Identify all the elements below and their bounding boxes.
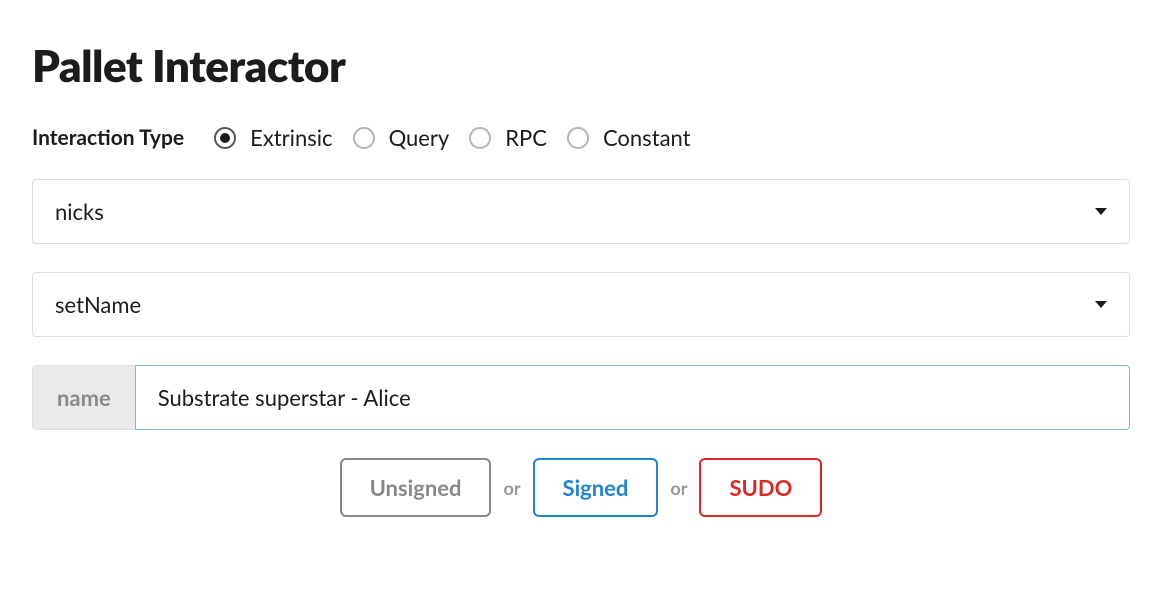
- chevron-down-icon: [1095, 301, 1107, 308]
- radio-option-rpc[interactable]: RPC: [469, 124, 547, 151]
- chevron-down-icon: [1095, 208, 1107, 215]
- param-input-group: name: [32, 365, 1130, 430]
- param-label: name: [32, 365, 135, 430]
- page-title: Pallet Interactor: [32, 40, 1130, 92]
- radio-label: Query: [389, 124, 450, 151]
- radio-option-query[interactable]: Query: [353, 124, 450, 151]
- interaction-type-label: Interaction Type: [32, 125, 184, 150]
- radio-icon: [353, 127, 375, 149]
- radio-label: Extrinsic: [250, 124, 332, 151]
- unsigned-button[interactable]: Unsigned: [340, 458, 492, 517]
- pallet-dropdown-value: nicks: [55, 198, 104, 225]
- or-separator: or: [491, 477, 532, 499]
- radio-icon: [567, 127, 589, 149]
- radio-option-constant[interactable]: Constant: [567, 124, 691, 151]
- radio-icon: [214, 127, 236, 149]
- signed-button[interactable]: Signed: [533, 458, 659, 517]
- call-dropdown-value: setName: [55, 291, 141, 318]
- pallet-dropdown[interactable]: nicks: [32, 179, 1130, 244]
- radio-label: RPC: [505, 124, 547, 151]
- interaction-type-group: Interaction Type Extrinsic Query RPC Con…: [32, 124, 1130, 151]
- radio-icon: [469, 127, 491, 149]
- call-dropdown[interactable]: setName: [32, 272, 1130, 337]
- submit-button-row: Unsigned or Signed or SUDO: [32, 458, 1130, 517]
- radio-option-extrinsic[interactable]: Extrinsic: [214, 124, 332, 151]
- or-separator: or: [658, 477, 699, 499]
- sudo-button[interactable]: SUDO: [699, 458, 822, 517]
- radio-label: Constant: [603, 124, 691, 151]
- param-input[interactable]: [135, 365, 1130, 430]
